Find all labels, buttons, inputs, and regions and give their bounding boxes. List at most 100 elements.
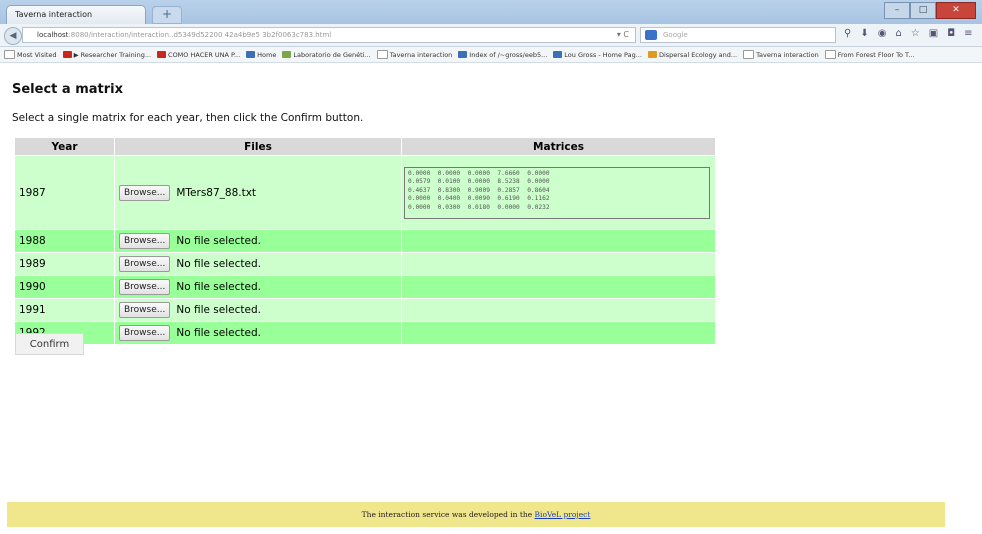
url-bar[interactable]: localhost:8080/interaction/interaction..… [22,27,636,43]
toolbar-icons: ⚲ ⬇ ◉ ⌂ ☆ ▣ ◘ ≡ [844,28,973,39]
footer-text: The interaction service was developed in… [361,510,533,519]
bookmark-icon [376,50,388,59]
clipboard-icon[interactable]: ▣ [929,28,938,39]
file-name: No file selected. [176,304,261,316]
table-row: 1991 Browse... No file selected. [14,298,716,322]
file-cell: Browse... No file selected. [114,321,402,345]
menu-icon[interactable]: ≡ [964,28,972,39]
new-tab-button[interactable]: + [152,6,182,24]
bookmark-item[interactable]: From Forest Floor To T... [824,50,915,59]
tab-title: Taverna interaction [15,10,93,19]
bookmark-label: ▶ Researcher Training... [73,50,152,59]
instructions-text: Select a single matrix for each year, th… [12,112,364,124]
search-bar[interactable]: Google [640,27,836,43]
bookmark-label: From Forest Floor To T... [837,50,915,59]
bookmark-label: Index of /~gross/eeb5... [469,50,548,59]
close-icon[interactable]: ✕ [936,2,976,19]
column-header-files: Files [114,137,402,156]
bookmark-icon [4,50,15,59]
browse-button[interactable]: Browse... [119,256,171,272]
page-title: Select a matrix [12,82,123,97]
maximize-icon[interactable]: □ [910,2,936,19]
bookmark-icon [458,51,468,58]
window-controls: – □ ✕ [884,2,976,19]
tab-taverna-interaction[interactable]: Taverna interaction [6,5,146,24]
year-cell: 1991 [14,298,115,322]
star-icon[interactable]: ☆ [911,28,920,39]
bookmark-label: COMO HACER UNA P... [168,50,241,59]
table-row: 1987 Browse... MTers87_88.txt 0.0000 0.0000… [14,155,716,230]
file-cell: Browse... No file selected. [114,275,402,299]
column-header-year: Year [14,137,115,156]
bookmark-label: Laboratorio de Genéti... [293,50,371,59]
bookmark-icon [743,50,755,59]
bookmark-label: Home [257,50,277,59]
bookmarks-bar: Most Visited ▶ Researcher Training... COMO… [0,47,982,63]
file-name: No file selected. [176,235,261,247]
window-titlebar: Taverna interaction + – □ ✕ [0,0,982,24]
table-row: 1989 Browse... No file selected. [14,252,716,276]
bookmark-icon [157,51,167,58]
footer: The interaction service was developed in… [7,502,945,527]
matrix-textarea[interactable]: 0.0000 0.0000 0.0000 7.6660 0.0000 0.057… [404,166,710,219]
search-icon[interactable]: ⚲ [844,28,851,39]
bookmark-item[interactable]: Taverna interaction [743,50,819,59]
year-cell: 1988 [14,229,115,253]
addon-icon[interactable]: ◉ [878,28,887,39]
file-name: No file selected. [176,327,261,339]
confirm-button[interactable]: Confirm [15,333,84,355]
file-cell: Browse... MTers87_88.txt [114,155,402,230]
bookmark-icon [282,51,292,58]
back-arrow-icon[interactable]: ◀ [4,27,22,45]
table-row: 1988 Browse... No file selected. [14,229,716,253]
bookmark-label: Taverna interaction [756,50,819,59]
bookmark-item[interactable]: Lou Gross - Home Pag... [553,51,642,59]
home-icon[interactable]: ⌂ [895,28,901,39]
url-host: localhost [37,31,69,39]
browse-button[interactable]: Browse... [119,325,171,341]
bookmark-icon [246,51,256,58]
bookmark-item[interactable]: Taverna interaction [376,50,453,59]
bookmark-item[interactable]: Dispersal Ecology and... [647,50,738,59]
browse-button[interactable]: Browse... [119,302,171,318]
bookmark-label: Taverna interaction [389,50,453,59]
file-name: MTers87_88.txt [176,186,257,199]
bookmark-item[interactable]: Home [246,51,276,59]
matrix-cell [401,275,716,299]
browse-button[interactable]: Browse... [119,184,171,201]
browse-button[interactable]: Browse... [119,279,171,295]
browse-button[interactable]: Browse... [119,233,171,249]
table-row: 1992Browse...No file selected. [14,321,716,345]
matrix-cell [401,252,716,276]
bookmark-icon [62,51,72,58]
download-icon[interactable]: ⬇ [860,28,868,39]
reload-icon[interactable]: ▾ C [617,30,629,39]
file-name: No file selected. [176,258,261,270]
year-cell: 1989 [14,252,115,276]
year-cell: 1987 [14,155,115,230]
bookmark-item[interactable]: COMO HACER UNA P... [157,51,240,59]
bookmark-item[interactable]: Index of /~gross/eeb5... [458,51,547,59]
page-content: Select a matrix Select a single matrix f… [12,82,732,355]
matrix-cell [401,229,716,253]
matrix-table: Year Files Matrices 1987 Browse... MTers87… [14,137,716,345]
matrix-cell [401,298,716,322]
bookmark-label: Most Visited [17,50,57,59]
search-placeholder: Google [663,31,688,39]
bookmark-label: Dispersal Ecology and... [658,50,738,59]
bookmark-label: Lou Gross - Home Pag... [564,50,642,59]
bookmark-item[interactable]: ▶ Researcher Training... [62,50,152,59]
url-path: :8080/interaction/interaction..d5349d522… [68,31,332,39]
bookmark-item[interactable]: Laboratorio de Genéti... [282,50,371,59]
file-cell: Browse... No file selected. [114,298,402,322]
minimize-icon[interactable]: – [884,2,910,19]
matrix-cell [401,321,716,345]
file-name: No file selected. [176,281,261,293]
pocket-icon[interactable]: ◘ [947,28,955,39]
bioveL-project-link[interactable]: BioVeL project [535,510,591,519]
matrix-cell: 0.0000 0.0000 0.0000 7.6660 0.0000 0.057… [401,155,716,230]
file-cell: Browse... No file selected. [114,229,402,253]
column-header-matrices: Matrices [401,137,716,156]
bookmark-item[interactable]: Most Visited [4,50,57,59]
navigation-bar: ◀ localhost:8080/interaction/interaction… [0,24,982,47]
